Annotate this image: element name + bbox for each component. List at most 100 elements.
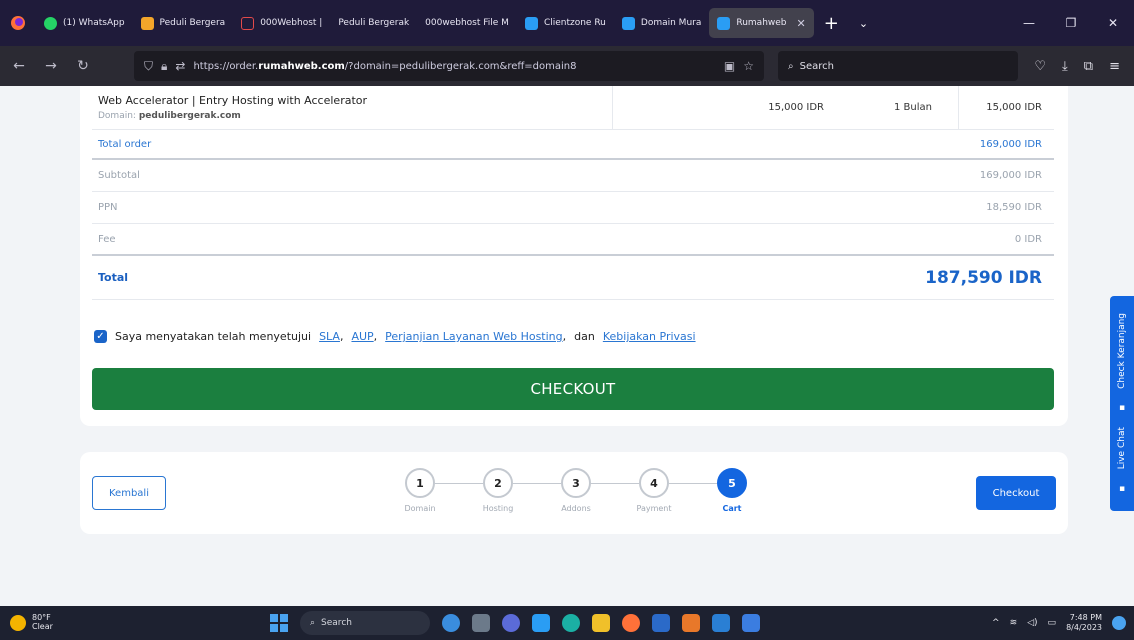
ppn-label: PPN [98, 202, 118, 213]
pocket-icon[interactable]: ♡ [1034, 59, 1046, 74]
windows-taskbar: 80°F Clear ⌕ Search ^ ≋ ◁) ▭ 7:48 PM 8/4/20… [0, 606, 1134, 640]
forward-icon[interactable]: → [40, 58, 62, 74]
taskbar-search[interactable]: ⌕ Search [300, 611, 430, 635]
bookmark-star-icon[interactable]: ☆ [743, 59, 754, 73]
rumahweb-icon [621, 16, 635, 30]
check-cart-label[interactable]: Check Keranjang [1117, 313, 1127, 389]
search-input[interactable]: ⌕ Search [778, 51, 1018, 81]
cart-icon: ▪ [1118, 403, 1126, 414]
rumahweb-app-icon[interactable] [532, 614, 550, 632]
total-order-label: Total order [98, 138, 152, 150]
file-explorer-icon[interactable] [592, 614, 610, 632]
order-item-row: Web Accelerator | Entry Hosting with Acc… [92, 86, 1054, 130]
step-domain[interactable]: 1 Domain [390, 468, 450, 513]
fee-row: Fee 0 IDR [92, 224, 1054, 256]
chat-app-icon[interactable] [502, 614, 520, 632]
lock-icon[interactable]: 🔒︎ [161, 59, 167, 74]
tab-domain-murah[interactable]: Domain Mura [614, 0, 709, 46]
address-bar[interactable]: ⛉ 🔒︎ ⇄ https://order.rumahweb.com/?domai… [134, 51, 764, 81]
order-summary-card: Web Accelerator | Entry Hosting with Acc… [80, 86, 1068, 426]
notepad-icon[interactable] [742, 614, 760, 632]
grand-total-row: Total 187,590 IDR [92, 256, 1054, 300]
tab-peduli-2[interactable]: Peduli Bergerak [330, 0, 417, 46]
privacy-policy-link[interactable]: Kebijakan Privasi [603, 330, 696, 343]
total-order-row: Total order 169,000 IDR [92, 130, 1054, 160]
close-tab-icon[interactable]: ✕ [797, 17, 806, 30]
close-window-icon[interactable]: ✕ [1092, 16, 1134, 30]
clock[interactable]: 7:48 PM 8/4/2023 [1066, 613, 1102, 632]
total-order-value: 169,000 IDR [979, 138, 1042, 150]
terms-agreement: ✓ Saya menyatakan telah menyetujui SLA, … [94, 330, 696, 343]
sla-link[interactable]: SLA [319, 330, 340, 343]
step-payment[interactable]: 4 Payment [624, 468, 684, 513]
vscode-icon[interactable] [712, 614, 730, 632]
side-widget[interactable]: Check Keranjang ▪ Live Chat ▪ [1110, 296, 1134, 511]
translate-icon[interactable]: ▣ [724, 59, 735, 73]
tab-clientzone[interactable]: Clientzone Ru [517, 0, 614, 46]
tab-peduli-1[interactable]: Peduli Bergera [133, 0, 234, 46]
item-period: 1 Bulan [894, 102, 932, 113]
battery-icon[interactable]: ▭ [1048, 618, 1057, 628]
ppn-value: 18,590 IDR [986, 202, 1042, 213]
xampp-icon[interactable] [682, 614, 700, 632]
maximize-icon[interactable]: ❐ [1050, 16, 1092, 30]
terms-checkbox[interactable]: ✓ [94, 330, 107, 343]
notification-icon[interactable] [1112, 616, 1126, 630]
chat-icon: ▪ [1118, 483, 1126, 494]
grand-total-value: 187,590 IDR [925, 267, 1042, 288]
step-cart[interactable]: 5 Cart [702, 468, 762, 513]
rumahweb-icon [524, 16, 538, 30]
site-icon [140, 16, 154, 30]
tab-rumahweb[interactable]: Rumahweb ✕ [709, 8, 814, 38]
firefox-icon[interactable] [0, 0, 36, 46]
firefox-taskbar-icon[interactable] [622, 614, 640, 632]
shield-icon[interactable]: ⛉ [144, 59, 153, 74]
extensions-icon[interactable]: ⧉ [1084, 59, 1093, 74]
page-content: Web Accelerator | Entry Hosting with Acc… [0, 86, 1134, 606]
start-icon[interactable] [270, 614, 288, 632]
menu-icon[interactable]: ≡ [1109, 59, 1120, 74]
item-price: 15,000 IDR [768, 102, 824, 113]
step-hosting[interactable]: 2 Hosting [468, 468, 528, 513]
fee-value: 0 IDR [1014, 233, 1042, 245]
browser-navbar: ← → ↻ ⛉ 🔒︎ ⇄ https://order.rumahweb.com/… [0, 46, 1134, 86]
new-tab-icon[interactable]: + [814, 13, 849, 34]
checkout-button[interactable]: CHECKOUT [92, 368, 1054, 410]
minimize-icon[interactable]: — [1008, 16, 1050, 30]
tab-000webhost-file[interactable]: 000webhost File M [417, 0, 517, 46]
weather-widget[interactable]: 80°F Clear [0, 613, 120, 632]
tab-000webhost[interactable]: 000Webhost | [233, 0, 330, 46]
checkout-small-button[interactable]: Checkout [976, 476, 1056, 510]
chevron-up-icon[interactable]: ^ [992, 618, 1000, 628]
webhost-icon [241, 16, 255, 30]
grand-total-label: Total [98, 271, 129, 284]
column-divider [612, 86, 613, 130]
whatsapp-icon [44, 16, 57, 30]
fee-label: Fee [98, 233, 116, 245]
hosting-agreement-link[interactable]: Perjanjian Layanan Web Hosting [385, 330, 562, 343]
volume-icon[interactable]: ◁) [1027, 618, 1037, 628]
aup-link[interactable]: AUP [351, 330, 373, 343]
reload-icon[interactable]: ↻ [72, 58, 94, 74]
permissions-icon[interactable]: ⇄ [175, 59, 185, 73]
search-icon: ⌕ [788, 60, 794, 72]
wifi-icon[interactable]: ≋ [1010, 618, 1018, 628]
item-domain: Domain: pedulibergerak.com [98, 111, 241, 121]
moon-weather-icon [10, 615, 26, 631]
back-icon[interactable]: ← [8, 58, 30, 74]
chevron-down-icon[interactable]: ⌄ [849, 17, 878, 30]
download-icon[interactable]: ⤓ [1062, 59, 1068, 74]
item-name: Web Accelerator | Entry Hosting with Acc… [98, 94, 368, 107]
rumahweb-icon [717, 16, 731, 30]
app-icon[interactable] [442, 614, 460, 632]
word-icon[interactable] [652, 614, 670, 632]
live-chat-label[interactable]: Live Chat [1117, 427, 1127, 469]
tab-whatsapp[interactable]: (1) WhatsApp [36, 0, 133, 46]
edge-icon[interactable] [562, 614, 580, 632]
back-button[interactable]: Kembali [92, 476, 166, 510]
step-addons[interactable]: 3 Addons [546, 468, 606, 513]
task-view-icon[interactable] [472, 614, 490, 632]
checkout-stepper: Kembali 1 Domain 2 Hosting 3 Addons 4 Paymen… [80, 452, 1068, 534]
url-text[interactable]: https://order.rumahweb.com/?domain=pedul… [193, 61, 715, 72]
browser-tab-strip: (1) WhatsApp Peduli Bergera 000Webhost |… [0, 0, 1134, 46]
